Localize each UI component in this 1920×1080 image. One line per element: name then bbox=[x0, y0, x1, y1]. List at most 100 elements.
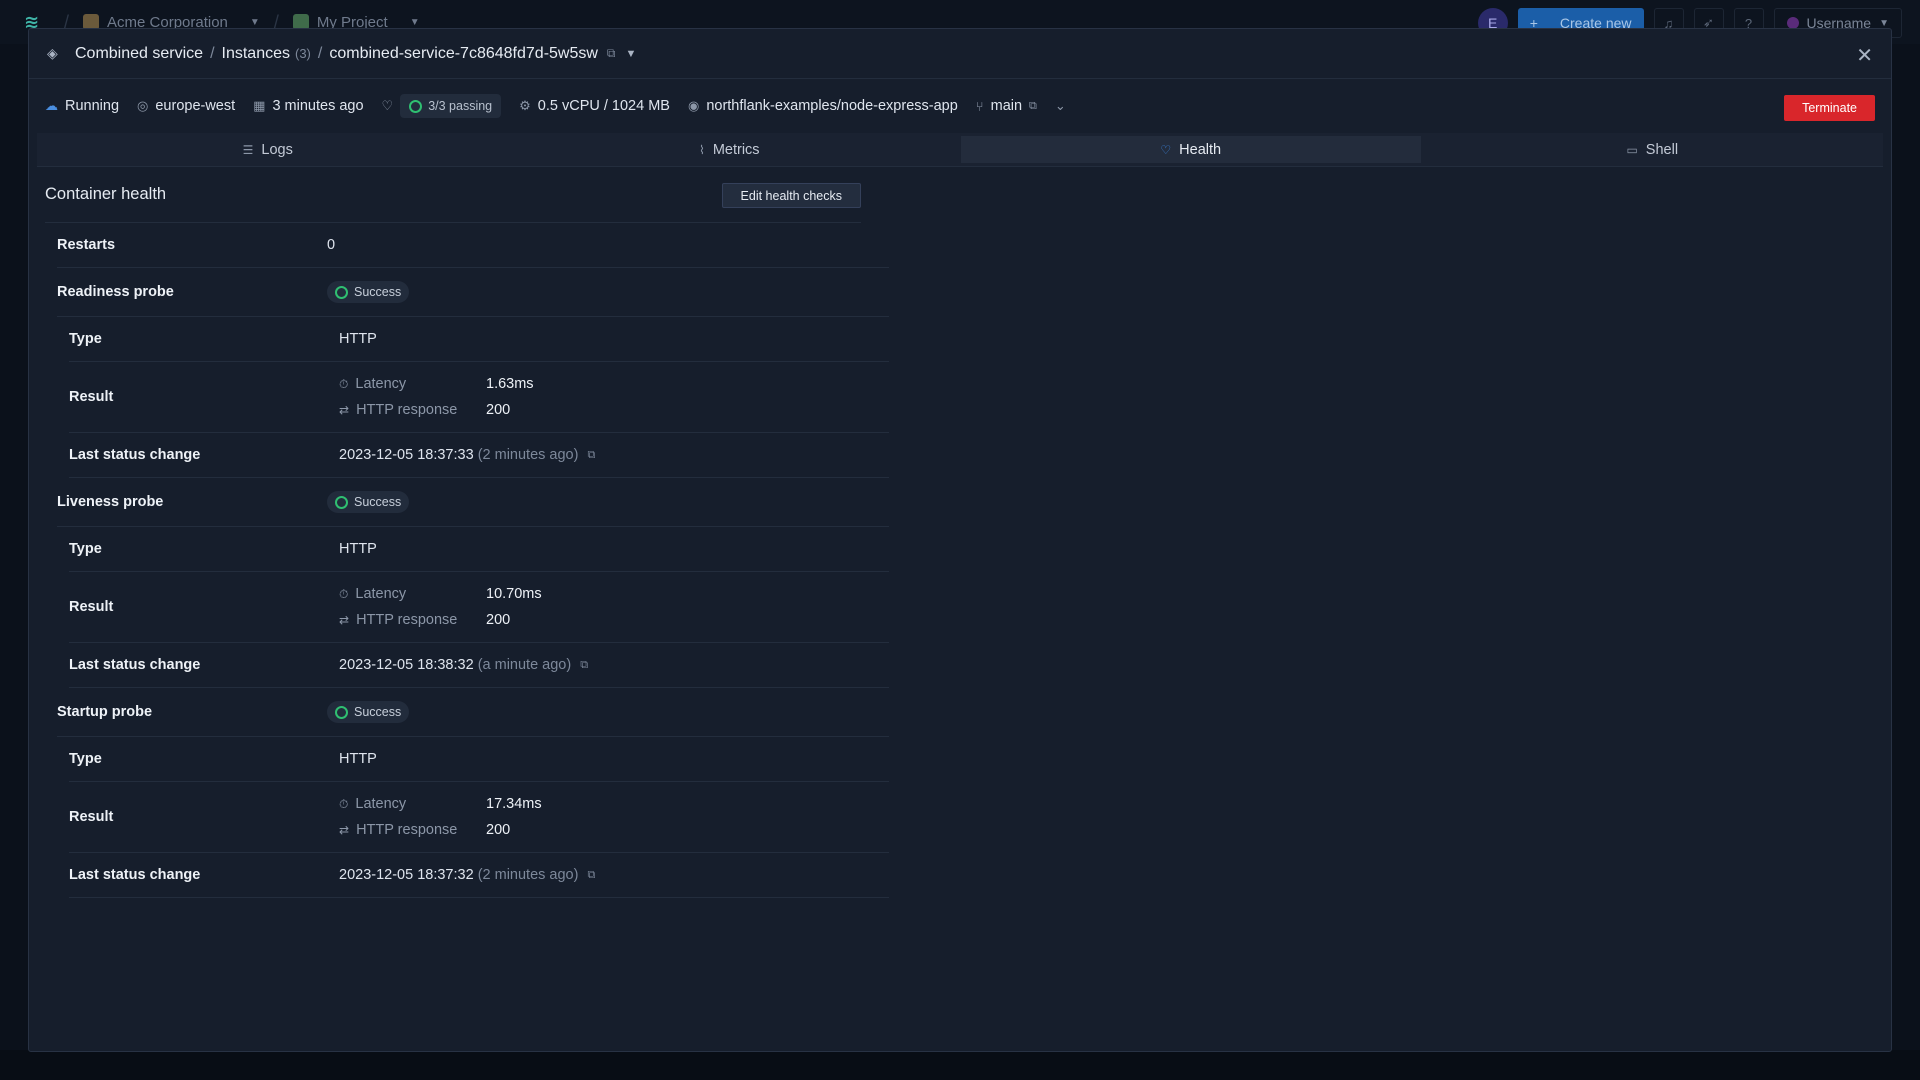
probe-header-row: Liveness probe Success bbox=[57, 478, 889, 527]
http-response-key: ⇄ HTTP response bbox=[339, 822, 486, 838]
success-ring-icon bbox=[409, 99, 423, 113]
last-change-time: 2023-12-05 18:37:32 bbox=[339, 867, 474, 883]
http-response-key: ⇄ HTTP response bbox=[339, 402, 486, 418]
layers-icon: ◈ bbox=[47, 45, 58, 61]
branch-label: main bbox=[990, 98, 1023, 114]
section-header: Container health Edit health checks bbox=[45, 167, 861, 223]
latency-value: 1.63ms bbox=[486, 376, 534, 392]
age-label: 3 minutes ago bbox=[272, 98, 364, 114]
status-repo: ◉ northflank-examples/node-express-app bbox=[688, 98, 958, 114]
chevron-down-icon: ▼ bbox=[249, 16, 260, 28]
status-running: ☁ Running bbox=[45, 98, 119, 114]
http-response-value: 200 bbox=[486, 822, 511, 838]
status-badge: Success bbox=[327, 701, 410, 723]
latency-label: Latency bbox=[355, 376, 407, 392]
breadcrumb-separator: / bbox=[210, 44, 215, 62]
chevron-down-icon: ▼ bbox=[409, 16, 420, 28]
chevron-down-icon[interactable]: ▼ bbox=[626, 48, 637, 60]
status-badge: Success bbox=[327, 491, 410, 513]
table-row: Result ⏱ Latency 10.70ms ⇄ HTTP response 2… bbox=[69, 572, 889, 643]
arrows-exchange-icon: ⇄ bbox=[339, 823, 350, 837]
result-label: Result bbox=[69, 599, 114, 615]
copy-icon[interactable]: ⧉ bbox=[607, 46, 616, 61]
last-change-value: 2023-12-05 18:37:33 (2 minutes ago) ⧉ bbox=[339, 447, 595, 463]
http-response-value: 200 bbox=[486, 612, 511, 628]
instance-modal: ◈ Combined service / Instances (3) / com… bbox=[28, 28, 1892, 1052]
last-change-value: 2023-12-05 18:38:32 (a minute ago) ⧉ bbox=[339, 657, 588, 673]
expand-details[interactable]: ⌄ bbox=[1055, 98, 1066, 114]
terminal-icon: ▭ bbox=[1626, 142, 1638, 157]
latency-key: ⏱ Latency bbox=[339, 796, 486, 812]
breadcrumb-instance: combined-service-7c8648fd7d-5w5sw bbox=[329, 44, 598, 62]
git-branch-icon: ⑂ bbox=[975, 98, 984, 114]
success-ring-icon bbox=[335, 495, 348, 509]
tab-health[interactable]: ♡ Health bbox=[961, 136, 1421, 163]
stopwatch-icon: ⏱ bbox=[339, 376, 349, 391]
status-branch: ⑂ main ⧉ bbox=[976, 98, 1037, 114]
last-change-relative: (2 minutes ago) bbox=[477, 867, 579, 883]
type-value: HTTP bbox=[339, 541, 377, 557]
table-row: Type HTTP bbox=[69, 527, 889, 572]
table-row: Type HTTP bbox=[69, 317, 889, 362]
stopwatch-icon: ⏱ bbox=[339, 796, 349, 811]
health-checks-badge[interactable]: 3/3 passing bbox=[400, 94, 502, 118]
result-details: ⏱ Latency 10.70ms ⇄ HTTP response 200 bbox=[339, 586, 542, 628]
section-title: Container health bbox=[45, 185, 167, 203]
success-ring-icon bbox=[335, 285, 348, 299]
latency-line: ⏱ Latency 1.63ms bbox=[339, 376, 534, 392]
modal-header: ◈ Combined service / Instances (3) / com… bbox=[29, 29, 1891, 79]
http-response-label: HTTP response bbox=[356, 402, 458, 418]
success-ring-icon bbox=[335, 705, 348, 719]
heart-icon: ♡ bbox=[381, 98, 394, 113]
breadcrumb-separator: / bbox=[317, 44, 323, 62]
instance-status-bar: ☁ Running ◎ europe-west ▦ 3 minutes ago … bbox=[29, 79, 1891, 133]
chevrons-down-icon: ⌄ bbox=[1054, 98, 1066, 113]
status-region: ◎ europe-west bbox=[137, 98, 235, 114]
probe-header-row: Startup probe Success bbox=[57, 688, 889, 737]
table-row: Result ⏱ Latency 1.63ms ⇄ HTTP response 20… bbox=[69, 362, 889, 433]
external-link-icon[interactable]: ⧉ bbox=[580, 659, 588, 672]
http-response-line: ⇄ HTTP response 200 bbox=[339, 822, 542, 838]
http-response-line: ⇄ HTTP response 200 bbox=[339, 402, 534, 418]
chart-icon: ⌇ bbox=[698, 142, 705, 157]
last-change-label: Last status change bbox=[69, 657, 201, 673]
status-text: Success bbox=[354, 285, 402, 299]
probe-header-row: Readiness probe Success bbox=[57, 268, 889, 317]
status-text: Success bbox=[354, 495, 402, 509]
external-link-icon[interactable]: ⧉ bbox=[587, 869, 595, 882]
http-response-value: 200 bbox=[486, 402, 511, 418]
repo-link[interactable]: northflank-examples/node-express-app bbox=[706, 98, 957, 114]
copy-icon[interactable]: ⧉ bbox=[1029, 100, 1037, 113]
table-row: Type HTTP bbox=[69, 737, 889, 782]
type-label: Type bbox=[69, 751, 102, 767]
external-link-icon[interactable]: ⧉ bbox=[587, 449, 595, 462]
app-footer bbox=[0, 1050, 1920, 1080]
status-text: Success bbox=[354, 705, 402, 719]
restarts-label: Restarts bbox=[57, 237, 116, 253]
globe-icon: ◎ bbox=[137, 98, 149, 113]
breadcrumb-instances[interactable]: Instances bbox=[222, 45, 290, 63]
last-change-label: Last status change bbox=[69, 447, 201, 463]
result-label: Result bbox=[69, 809, 114, 825]
type-label: Type bbox=[69, 541, 102, 557]
table-row: Last status change 2023-12-05 18:38:32 (… bbox=[69, 643, 889, 688]
tab-shell[interactable]: ▭ Shell bbox=[1423, 136, 1883, 163]
type-value: HTTP bbox=[339, 331, 377, 347]
edit-health-checks-button[interactable]: Edit health checks bbox=[721, 183, 861, 208]
http-response-key: ⇄ HTTP response bbox=[339, 612, 486, 628]
terminate-button[interactable]: Terminate bbox=[1784, 95, 1875, 121]
tab-logs[interactable]: ☰ Logs bbox=[38, 136, 498, 163]
type-value: HTTP bbox=[339, 751, 377, 767]
cpu-icon: ⚙ bbox=[519, 98, 531, 113]
cloud-icon: ☁ bbox=[45, 98, 58, 113]
checks-label: 3/3 passing bbox=[428, 99, 493, 113]
probe-name: Readiness probe bbox=[57, 284, 174, 300]
status-badge: Success bbox=[327, 281, 410, 303]
last-change-relative: (2 minutes ago) bbox=[477, 447, 579, 463]
close-icon[interactable]: ✕ bbox=[1856, 43, 1873, 68]
breadcrumb-service[interactable]: Combined service bbox=[75, 45, 203, 63]
tab-metrics[interactable]: ⌇ Metrics bbox=[500, 136, 960, 163]
result-details: ⏱ Latency 17.34ms ⇄ HTTP response 200 bbox=[339, 796, 542, 838]
latency-line: ⏱ Latency 17.34ms bbox=[339, 796, 542, 812]
probe-name: Startup probe bbox=[57, 704, 153, 720]
